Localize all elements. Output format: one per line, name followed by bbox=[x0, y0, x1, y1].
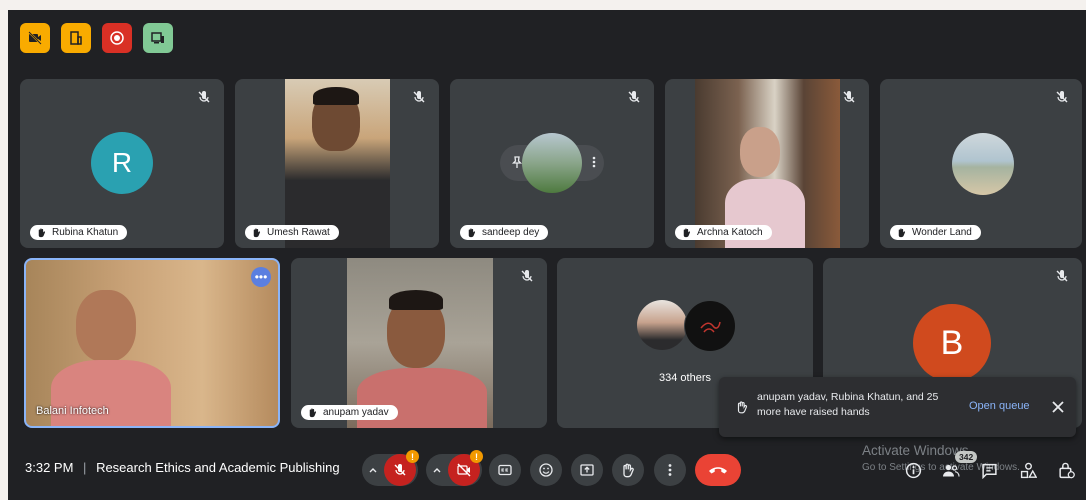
participant-name-tag: anupam yadav bbox=[301, 405, 398, 420]
face-shape bbox=[76, 290, 136, 362]
participant-name-tag: Archna Katoch bbox=[675, 225, 772, 240]
participant-tile[interactable]: sandeep dey bbox=[450, 79, 654, 248]
participant-video bbox=[285, 79, 390, 248]
bottom-control-bar: 3:32 PM | Research Ethics and Academic P… bbox=[8, 440, 1086, 500]
participant-name: anupam yadav bbox=[323, 407, 389, 418]
meet-window: R Rubina Khatun Umesh Rawat sandeep dey … bbox=[8, 10, 1086, 500]
reactions-button[interactable] bbox=[530, 454, 562, 486]
raised-hand-icon bbox=[683, 228, 691, 238]
raised-hands-notification: anupam yadav, Rubina Khatun, and 25 more… bbox=[719, 377, 1076, 437]
meeting-title: Research Ethics and Academic Publishing bbox=[96, 460, 340, 475]
raised-hand-icon bbox=[253, 228, 261, 238]
host-controls-lock-icon[interactable] bbox=[1058, 461, 1075, 479]
record-tool-button[interactable] bbox=[102, 23, 132, 53]
building-icon bbox=[70, 31, 82, 45]
leave-call-button[interactable] bbox=[695, 454, 741, 486]
meeting-details-icon[interactable] bbox=[905, 462, 922, 479]
raised-hand-icon bbox=[38, 228, 46, 238]
building-tool-button[interactable] bbox=[61, 23, 91, 53]
participant-tile[interactable]: Wonder Land bbox=[880, 79, 1082, 248]
people-icon[interactable] bbox=[942, 462, 960, 479]
raised-hand-icon bbox=[898, 228, 906, 238]
chevron-up-icon[interactable] bbox=[368, 465, 378, 475]
participant-tile[interactable]: R Rubina Khatun bbox=[20, 79, 224, 248]
end-call-icon bbox=[709, 467, 727, 474]
notification-message: anupam yadav, Rubina Khatun, and 25 more… bbox=[757, 391, 939, 418]
participant-photo bbox=[684, 300, 736, 352]
mic-off-icon bbox=[1056, 91, 1068, 103]
participant-count-badge: 342 bbox=[955, 451, 978, 463]
captions-button[interactable] bbox=[489, 454, 521, 486]
mic-off-icon bbox=[413, 91, 425, 103]
meeting-info: 3:32 PM | Research Ethics and Academic P… bbox=[25, 460, 340, 475]
mic-off-icon bbox=[1056, 270, 1068, 282]
avatar: B bbox=[913, 304, 991, 382]
chevron-up-icon[interactable] bbox=[432, 465, 442, 475]
meeting-time: 3:32 PM bbox=[25, 460, 74, 475]
present-button[interactable] bbox=[571, 454, 603, 486]
video-off-icon bbox=[28, 31, 42, 45]
raised-hand-icon bbox=[309, 408, 317, 418]
mic-off-icon bbox=[628, 91, 640, 103]
mic-off-icon bbox=[198, 91, 210, 103]
more-options-button[interactable] bbox=[654, 454, 686, 486]
participant-name: Balani Infotech bbox=[36, 405, 109, 417]
participant-name-tag: Umesh Rawat bbox=[245, 225, 339, 240]
camera-control: ! bbox=[426, 450, 483, 486]
participant-tile[interactable]: Umesh Rawat bbox=[235, 79, 439, 248]
meeting-separator: | bbox=[83, 460, 87, 475]
participant-video bbox=[695, 79, 840, 248]
mic-off-icon bbox=[521, 270, 533, 282]
participant-tile[interactable]: anupam yadav bbox=[291, 258, 547, 428]
participant-name-tag: Rubina Khatun bbox=[30, 225, 128, 240]
face-shape bbox=[740, 127, 780, 177]
participant-tile[interactable]: Archna Katoch bbox=[665, 79, 869, 248]
closed-captions-icon bbox=[498, 464, 512, 476]
camera-off-tool-button[interactable] bbox=[20, 23, 50, 53]
chat-icon[interactable] bbox=[981, 462, 998, 479]
participant-photo bbox=[522, 133, 582, 193]
camera-alert-badge: ! bbox=[470, 450, 483, 463]
hair-shape bbox=[313, 87, 359, 105]
raised-hand-icon bbox=[623, 463, 634, 478]
open-queue-link[interactable]: Open queue bbox=[969, 400, 1030, 412]
close-icon[interactable] bbox=[1052, 401, 1064, 413]
activities-icon[interactable] bbox=[1020, 462, 1037, 479]
avatar: R bbox=[91, 132, 153, 194]
present-screen-icon bbox=[580, 464, 594, 476]
video-off-icon bbox=[457, 463, 471, 477]
more-vert-icon[interactable] bbox=[587, 155, 601, 169]
participant-name: Umesh Rawat bbox=[267, 227, 330, 238]
more-horiz-icon: ••• bbox=[254, 270, 268, 284]
participant-name: Wonder Land bbox=[912, 227, 972, 238]
mic-alert-badge: ! bbox=[406, 450, 419, 463]
watermark-title: Activate Windows bbox=[862, 443, 969, 458]
raised-hand-icon bbox=[737, 401, 748, 414]
more-options-button[interactable]: ••• bbox=[251, 267, 271, 287]
participant-photo bbox=[952, 133, 1014, 195]
mic-off-icon bbox=[394, 464, 406, 476]
devices-icon bbox=[151, 32, 164, 44]
emoji-icon bbox=[539, 463, 553, 477]
hair-shape bbox=[389, 290, 443, 310]
participant-name: sandeep dey bbox=[482, 227, 540, 238]
scribble-icon bbox=[700, 321, 721, 333]
participant-name: Archna Katoch bbox=[697, 227, 763, 238]
participant-name-tag: sandeep dey bbox=[460, 225, 549, 240]
participant-name: Rubina Khatun bbox=[52, 227, 119, 238]
host-toolbar bbox=[20, 23, 173, 53]
participant-video bbox=[347, 258, 493, 428]
participant-photo bbox=[637, 300, 687, 350]
participant-tile-active[interactable]: ••• Balani Infotech bbox=[24, 258, 280, 428]
raised-hand-icon bbox=[468, 228, 476, 238]
more-vert-icon bbox=[668, 464, 672, 476]
mic-off-icon bbox=[843, 91, 855, 103]
raise-hand-button[interactable] bbox=[612, 454, 644, 486]
shirt-shape bbox=[51, 360, 171, 426]
devices-tool-button[interactable] bbox=[143, 23, 173, 53]
participant-name-tag: Wonder Land bbox=[890, 225, 981, 240]
record-icon bbox=[110, 31, 124, 45]
mic-control: ! bbox=[362, 450, 419, 486]
